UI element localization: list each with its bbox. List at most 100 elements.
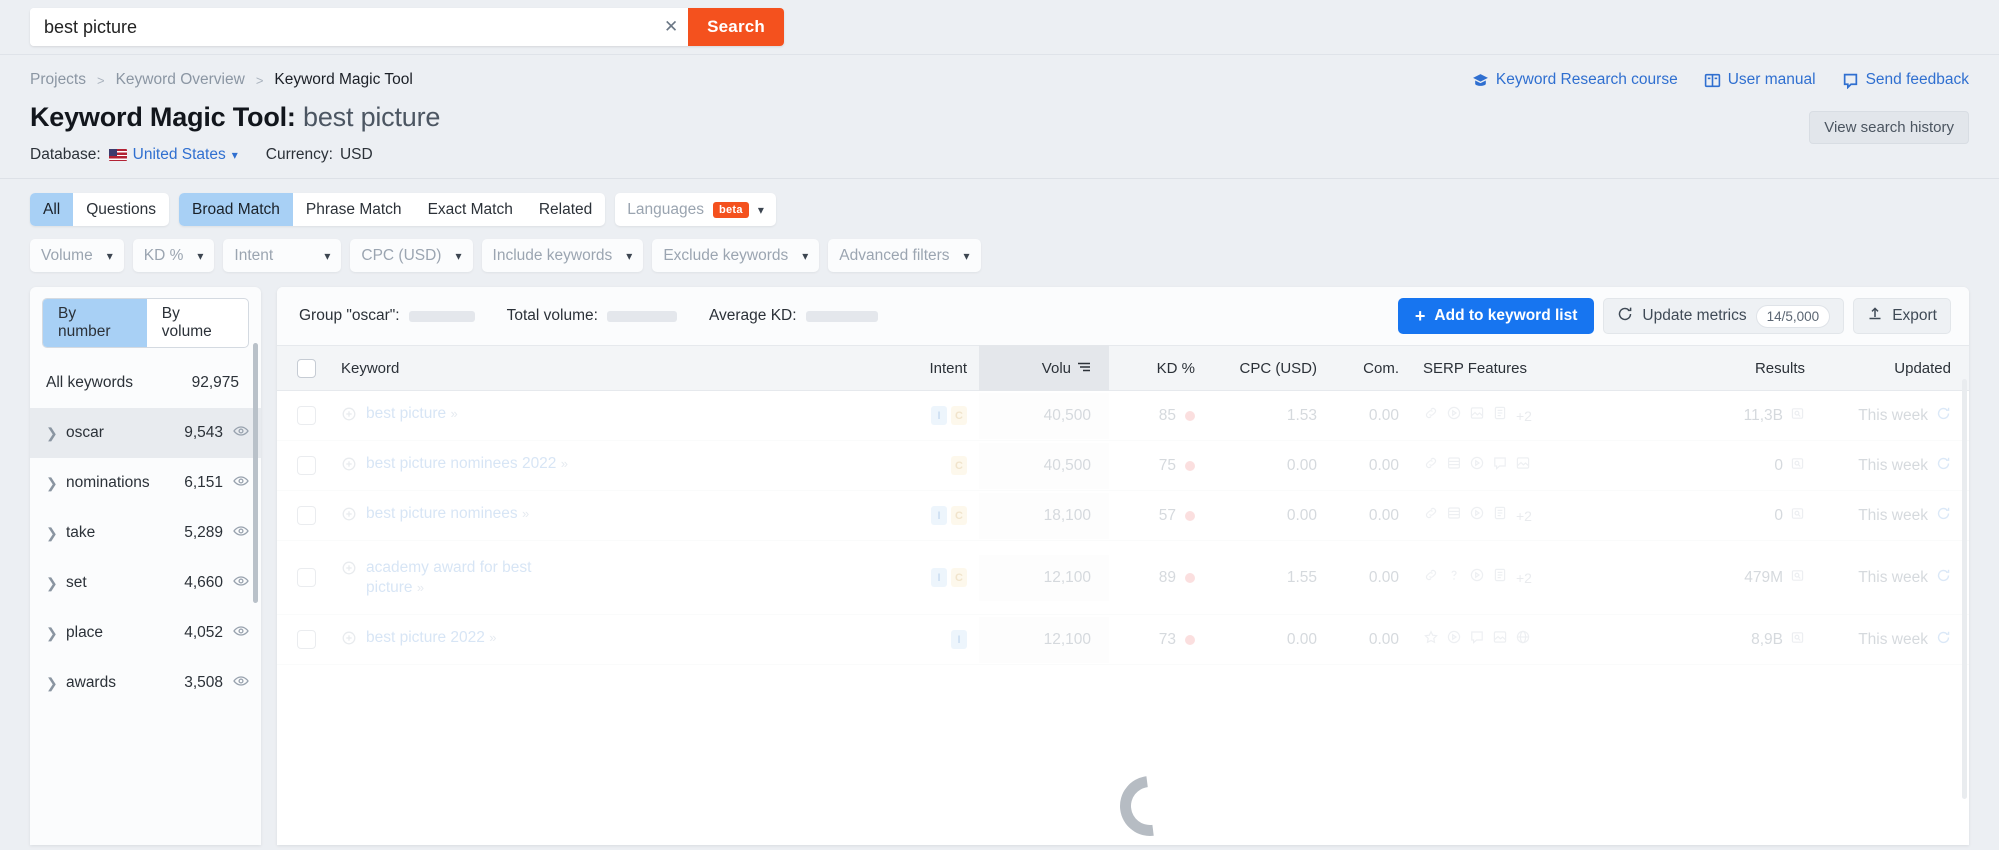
eye-icon[interactable]	[233, 473, 249, 494]
group-item-awards[interactable]: ❯ awards 3,508	[30, 658, 261, 708]
column-header-intent[interactable]: Intent	[887, 360, 979, 377]
plus-circle-icon[interactable]	[341, 560, 357, 581]
search-button[interactable]: Search	[688, 8, 784, 46]
row-checkbox[interactable]	[296, 406, 316, 425]
column-header-kd[interactable]: KD %	[1109, 360, 1209, 377]
plus-circle-icon[interactable]	[341, 630, 357, 651]
reviews-icon[interactable]	[1492, 405, 1508, 426]
filter-cpc[interactable]: CPC (USD) ▾	[350, 239, 473, 272]
featured-snippet-icon[interactable]	[1469, 629, 1485, 650]
results-search-icon[interactable]	[1790, 456, 1805, 476]
column-header-keyword[interactable]: Keyword	[335, 360, 887, 377]
results-search-icon[interactable]	[1790, 506, 1805, 526]
toggle-by-number[interactable]: By number	[43, 299, 147, 347]
tab-broad-match[interactable]: Broad Match	[179, 193, 293, 226]
update-metrics-button[interactable]: Update metrics 14/5,000	[1603, 298, 1845, 334]
column-header-com[interactable]: Com.	[1331, 360, 1409, 377]
chevron-double-right-icon[interactable]: »	[450, 406, 457, 421]
group-item-set[interactable]: ❯ set 4,660	[30, 558, 261, 608]
refresh-icon[interactable]	[1936, 568, 1951, 588]
table-row[interactable]: best picture nominees » IC 18,100 57 0.0…	[277, 491, 1969, 541]
results-search-icon[interactable]	[1790, 630, 1805, 650]
keyword-label[interactable]: best picture nominees »	[366, 504, 529, 523]
keyword-label[interactable]: best picture »	[366, 404, 458, 423]
filter-exclude-keywords[interactable]: Exclude keywords ▾	[652, 239, 820, 272]
eye-icon[interactable]	[233, 673, 249, 694]
keyword-label[interactable]: academy award for best picture »	[366, 558, 566, 597]
eye-icon[interactable]	[233, 573, 249, 594]
intent-badge-I[interactable]: I	[931, 568, 947, 587]
chevron-double-right-icon[interactable]: »	[417, 580, 424, 595]
tab-questions[interactable]: Questions	[73, 193, 169, 226]
results-search-icon[interactable]	[1790, 568, 1805, 588]
row-checkbox[interactable]	[296, 568, 316, 587]
star-icon[interactable]	[1423, 629, 1439, 650]
video-icon[interactable]	[1469, 567, 1485, 588]
eye-icon[interactable]	[233, 423, 249, 444]
intent-badge-I[interactable]: I	[931, 406, 947, 425]
column-header-volume[interactable]: Volu	[979, 345, 1109, 391]
tab-exact-match[interactable]: Exact Match	[415, 193, 526, 226]
image-icon[interactable]	[1515, 455, 1531, 476]
plus-circle-icon[interactable]	[341, 456, 357, 477]
tab-related[interactable]: Related	[526, 193, 605, 226]
refresh-icon[interactable]	[1936, 406, 1951, 426]
people-also-ask-icon[interactable]	[1446, 505, 1462, 526]
video-icon[interactable]	[1446, 405, 1462, 426]
add-to-keyword-list-button[interactable]: + Add to keyword list	[1397, 298, 1595, 334]
keyword-label[interactable]: best picture nominees 2022 »	[366, 454, 568, 473]
intent-badge-C[interactable]: C	[951, 568, 967, 587]
knowledge-icon[interactable]	[1515, 629, 1531, 650]
table-row[interactable]: best picture 2022 » I 12,100 73 0.00 0.0…	[277, 615, 1969, 665]
plus-circle-icon[interactable]	[341, 506, 357, 527]
clear-search-icon[interactable]: ✕	[654, 8, 689, 46]
chevron-double-right-icon[interactable]: »	[522, 506, 529, 521]
intent-badge-C[interactable]: C	[951, 456, 967, 475]
group-item-nominations[interactable]: ❯ nominations 6,151	[30, 458, 261, 508]
eye-icon[interactable]	[233, 523, 249, 544]
breadcrumb-item-projects[interactable]: Projects	[30, 71, 86, 89]
question-icon[interactable]	[1446, 567, 1462, 588]
search-input[interactable]	[30, 8, 655, 46]
row-checkbox[interactable]	[296, 630, 316, 649]
keyword-label[interactable]: best picture 2022 »	[366, 628, 496, 647]
table-row[interactable]: best picture nominees 2022 » C 40,500 75…	[277, 441, 1969, 491]
featured-snippet-icon[interactable]	[1492, 455, 1508, 476]
group-item-place[interactable]: ❯ place 4,052	[30, 608, 261, 658]
serp-more-count[interactable]: +2	[1516, 408, 1532, 424]
keyword-research-course-link[interactable]: Keyword Research course	[1472, 71, 1678, 89]
tab-all[interactable]: All	[30, 193, 74, 226]
image-pack-icon[interactable]	[1492, 629, 1508, 650]
intent-badge-C[interactable]: C	[951, 406, 967, 425]
people-also-ask-icon[interactable]	[1446, 455, 1462, 476]
intent-badge-I[interactable]: I	[951, 630, 967, 649]
table-row[interactable]: best picture » IC 40,500 85 1.53 0.00 +2…	[277, 391, 1969, 441]
video-icon[interactable]	[1446, 629, 1462, 650]
chevron-double-right-icon[interactable]: »	[489, 630, 496, 645]
breadcrumb-item-keyword-overview[interactable]: Keyword Overview	[116, 71, 245, 89]
select-all-checkbox[interactable]	[296, 358, 316, 378]
group-item-oscar[interactable]: ❯ oscar 9,543	[30, 408, 261, 458]
filter-include-keywords[interactable]: Include keywords ▾	[481, 239, 644, 272]
video-icon[interactable]	[1469, 455, 1485, 476]
refresh-icon[interactable]	[1936, 506, 1951, 526]
serp-more-count[interactable]: +2	[1516, 570, 1532, 586]
view-search-history-button[interactable]: View search history	[1809, 111, 1969, 144]
results-search-icon[interactable]	[1790, 406, 1805, 426]
user-manual-link[interactable]: User manual	[1704, 71, 1816, 89]
languages-selector[interactable]: Languages beta ▾	[615, 193, 776, 226]
link-icon[interactable]	[1423, 505, 1439, 526]
toggle-by-volume[interactable]: By volume	[147, 299, 248, 347]
refresh-icon[interactable]	[1936, 630, 1951, 650]
filter-kd[interactable]: KD % ▾	[132, 239, 215, 272]
table-row[interactable]: academy award for best picture » IC 12,1…	[277, 541, 1969, 615]
row-checkbox[interactable]	[296, 506, 316, 525]
database-selector[interactable]: United States ▾	[108, 146, 238, 164]
group-item-all-keywords[interactable]: All keywords 92,975	[30, 358, 261, 408]
table-scrollbar[interactable]	[1962, 379, 1967, 799]
video-icon[interactable]	[1469, 505, 1485, 526]
group-item-take[interactable]: ❯ take 5,289	[30, 508, 261, 558]
link-icon[interactable]	[1423, 455, 1439, 476]
reviews-icon[interactable]	[1492, 505, 1508, 526]
filter-intent[interactable]: Intent ▾	[223, 239, 342, 272]
